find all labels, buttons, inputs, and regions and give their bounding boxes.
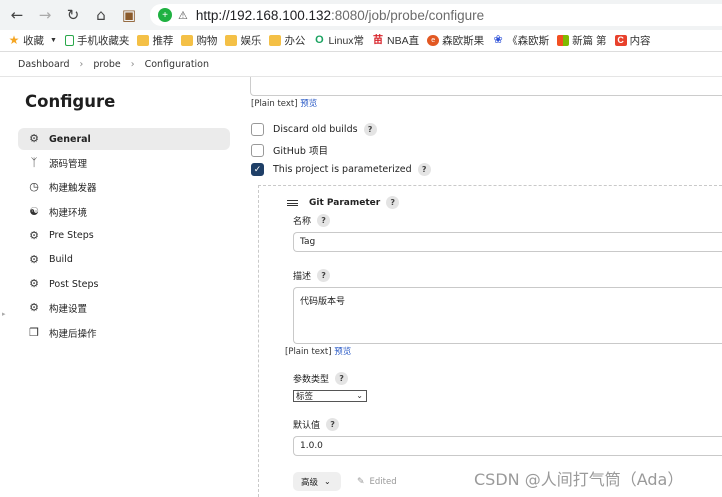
briefcase-icon[interactable]: ▣ (118, 4, 140, 26)
bookmark-item[interactable]: ★ 收藏 ▼ (8, 33, 57, 48)
bookmark-item[interactable]: 购物 (181, 33, 217, 48)
folder-icon (225, 35, 238, 46)
gear-icon: ⚙ (29, 277, 39, 291)
help-icon[interactable]: ? (386, 196, 400, 209)
config-main: [Plain text] 预览 Discard old builds ? Git… (250, 77, 722, 497)
back-arrow-icon[interactable]: ← (6, 4, 28, 26)
default-value-label: 默认值 ? (293, 418, 340, 431)
discard-old-builds-option[interactable]: Discard old builds ? (251, 123, 377, 136)
sidebar-item-triggers[interactable]: ◷ 构建触发器 (18, 176, 230, 198)
url-host: http://192.168.100.132 (195, 7, 331, 23)
description-label: 描述 ? (293, 269, 331, 282)
bookmark-item[interactable]: C 内容 (614, 33, 651, 48)
description-input[interactable]: 代码版本号 (293, 287, 722, 344)
param-title: Git Parameter ? (309, 196, 400, 209)
default-value-input[interactable]: 1.0.0 (293, 436, 722, 456)
gear-icon: ⚙ (29, 132, 39, 145)
reload-icon[interactable]: ↻ (62, 4, 84, 26)
nba-icon: 苗 (373, 35, 384, 46)
star-icon: ★ (8, 33, 20, 47)
gear-icon: ⚙ (29, 301, 39, 315)
param-type-select[interactable]: 标签 ⌄ (293, 390, 367, 402)
search-icon: O (315, 34, 324, 46)
sidebar-item-pre-steps[interactable]: ⚙ Pre Steps (18, 225, 230, 247)
bookmarks-bar: ★ 收藏 ▼ 手机收藏夹 推荐 购物 娱乐 办公 O Linux常 苗 NBA直 e 森欧… (0, 30, 722, 52)
address-bar[interactable]: + ⚠ http://192.168.100.132:8080/job/prob… (150, 4, 722, 26)
bookmark-item[interactable]: ❀ 《森欧斯 (492, 33, 550, 48)
folder-icon (181, 35, 194, 46)
description-format-hint: [Plain text] 预览 (251, 99, 318, 109)
breadcrumb-dashboard[interactable]: Dashboard (18, 59, 70, 70)
c-icon: C (614, 35, 627, 46)
bookmark-item[interactable]: 推荐 (137, 33, 173, 48)
breadcrumb-probe[interactable]: probe (93, 59, 120, 70)
advanced-button[interactable]: 高级 ⌄ (293, 472, 341, 491)
sidebar-item-post-build[interactable]: ❐ 构建后操作 (18, 322, 230, 344)
description-textarea[interactable] (250, 77, 722, 96)
sidebar-item-post-steps[interactable]: ⚙ Post Steps (18, 273, 230, 295)
bookmark-item[interactable]: O Linux常 (313, 33, 364, 48)
folder-icon (269, 35, 282, 46)
insecure-lock-icon[interactable]: ⚠ (178, 9, 188, 22)
cn-icon: e (427, 35, 440, 46)
help-icon[interactable]: ? (363, 123, 377, 136)
home-icon[interactable]: ⌂ (90, 4, 112, 26)
config-sections-nav: ⚙ General ᛉ 源码管理 ◷ 构建触发器 ☯ 构建环境 ⚙ Pre Steps ⚙… (18, 128, 230, 346)
bookmark-item[interactable]: 手机收藏夹 (64, 33, 129, 48)
help-icon[interactable]: ? (335, 372, 349, 385)
chevron-right-icon: › (79, 59, 84, 70)
help-icon[interactable]: ? (317, 269, 331, 282)
branch-icon: ᛉ (30, 156, 38, 170)
shield-icon: + (158, 8, 172, 22)
discard-old-builds-checkbox[interactable] (251, 123, 264, 136)
windows-icon (557, 35, 570, 46)
edited-indicator: ✎ Edited (357, 477, 397, 487)
chevron-right-icon: › (130, 59, 135, 70)
globe-icon: ☯ (29, 204, 39, 218)
help-icon[interactable]: ? (317, 214, 331, 227)
parameterized-checkbox[interactable]: ✓ (251, 163, 264, 176)
sidebar-item-general[interactable]: ⚙ General (18, 128, 230, 150)
preview-link[interactable]: 预览 (300, 99, 317, 109)
sidebar-item-environment[interactable]: ☯ 构建环境 (18, 201, 230, 223)
param-type-label: 参数类型 ? (293, 372, 349, 385)
chevron-down-icon: ⌄ (356, 391, 363, 400)
name-label: 名称 ? (293, 214, 331, 227)
browser-toolbar: ← → ↻ ⌂ ▣ + ⚠ http://192.168.100.132:808… (0, 0, 722, 30)
bookmark-item[interactable]: e 森欧斯果 (427, 33, 484, 48)
pencil-icon: ✎ (357, 477, 365, 487)
chevron-down-icon: ⌄ (324, 477, 331, 486)
cube-icon: ❐ (29, 325, 39, 339)
gear-icon: ⚙ (29, 252, 39, 266)
bookmark-item[interactable]: 新篇 第 (557, 33, 607, 48)
watermark: CSDN @人间打气筒（Ada） (474, 470, 684, 489)
param-format-hint: [Plain text] 预览 (285, 347, 352, 357)
help-icon[interactable]: ? (417, 163, 431, 176)
github-project-option[interactable]: GitHub 项目 (251, 143, 328, 157)
sidebar-item-build-settings[interactable]: ⚙ 构建设置 (18, 297, 230, 319)
sidebar-item-scm[interactable]: ᛉ 源码管理 (18, 152, 230, 174)
sidebar-item-build[interactable]: ⚙ Build (18, 249, 230, 271)
help-icon[interactable]: ? (326, 418, 340, 431)
bookmark-item[interactable]: 苗 NBA直 (372, 33, 419, 48)
name-input[interactable]: Tag (293, 232, 722, 252)
parameterized-option[interactable]: ✓ This project is parameterized ? (251, 163, 431, 176)
page-title: Configure (25, 92, 116, 111)
bookmark-item[interactable]: 办公 (269, 33, 305, 48)
paw-icon: ❀ (493, 34, 503, 46)
forward-arrow-icon[interactable]: → (34, 4, 56, 26)
git-parameter-block: Git Parameter ? 名称 ? Tag 描述 ? 代码版本号 [Pla… (258, 185, 722, 497)
breadcrumb: Dashboard › probe › Configuration (0, 53, 722, 77)
folder-icon (137, 35, 150, 46)
collapse-handle-icon[interactable]: ▸ (2, 310, 6, 318)
url-path: :8080/job/probe/configure (331, 7, 485, 23)
breadcrumb-configuration: Configuration (144, 59, 210, 70)
drag-handle-icon[interactable] (287, 200, 298, 206)
gear-icon: ⚙ (29, 228, 39, 242)
clock-icon: ◷ (29, 180, 39, 194)
bookmark-item[interactable]: 娱乐 (225, 33, 261, 48)
preview-link[interactable]: 预览 (334, 347, 351, 357)
phone-icon (64, 35, 74, 46)
github-project-checkbox[interactable] (251, 143, 264, 157)
